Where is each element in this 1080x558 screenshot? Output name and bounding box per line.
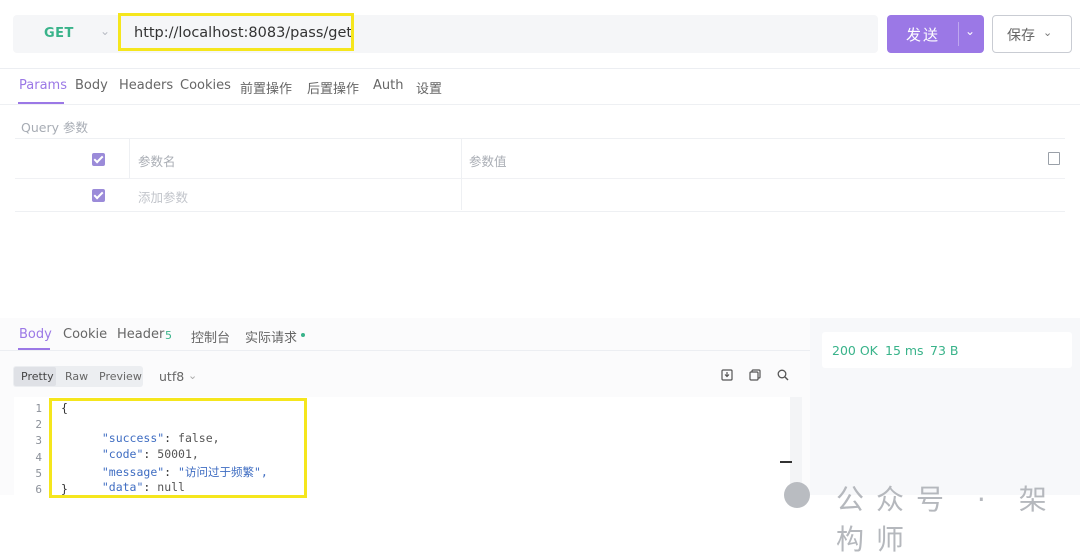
watermark-text: 公众号 · 架构师 — [836, 483, 1059, 556]
tab-params[interactable]: Params — [19, 78, 67, 93]
watermark-logo — [784, 482, 810, 508]
tab-settings[interactable]: 设置 — [416, 78, 442, 97]
format-preview-button[interactable]: Preview — [99, 370, 142, 383]
tab-post-operations[interactable]: 后置操作 — [307, 78, 359, 97]
bulk-edit-icon[interactable] — [1048, 152, 1060, 165]
column-divider — [461, 139, 462, 210]
response-tabs-divider — [0, 350, 810, 351]
line-number: 2 — [35, 418, 42, 431]
format-pretty-button[interactable]: Pretty — [21, 370, 54, 383]
tabs-divider — [0, 104, 1080, 105]
param-value-header: 参数值 — [469, 154, 507, 169]
response-tab-header[interactable]: Header — [117, 327, 164, 342]
url-highlight-box — [118, 13, 354, 51]
method-select[interactable]: GET — [44, 26, 74, 41]
line-number: 3 — [35, 434, 42, 447]
response-tab-console[interactable]: 控制台 — [191, 327, 230, 346]
tab-cookies[interactable]: Cookies — [180, 78, 231, 93]
tab-pre-operations[interactable]: 前置操作 — [240, 78, 292, 97]
tab-auth[interactable]: Auth — [373, 78, 403, 93]
format-raw-button[interactable]: Raw — [65, 370, 88, 383]
save-button-label[interactable]: 保存 — [1007, 25, 1035, 45]
response-tab-actual-request[interactable]: 实际请求 — [245, 327, 297, 346]
chevron-down-icon[interactable]: ⌄ — [188, 369, 197, 382]
line-number: 5 — [35, 467, 42, 480]
table-row-divider — [15, 178, 1065, 179]
response-tab-cookie[interactable]: Cookie — [63, 327, 107, 342]
column-divider — [129, 139, 130, 178]
tab-body[interactable]: Body — [75, 78, 108, 93]
save-dropdown-chevron-icon[interactable]: ⌄ — [1043, 26, 1052, 39]
encoding-select[interactable]: utf8 — [159, 369, 184, 384]
active-tab-indicator — [18, 102, 64, 104]
search-icon[interactable] — [777, 369, 789, 381]
active-response-tab-indicator — [18, 348, 50, 350]
tab-headers[interactable]: Headers — [119, 78, 173, 93]
line-number: 6 — [35, 483, 42, 496]
add-param-input[interactable]: 添加参数 — [138, 187, 188, 206]
response-time: 15 ms — [885, 343, 924, 358]
status-dot-icon — [301, 333, 305, 337]
send-dropdown-chevron-icon[interactable]: ⌄ — [965, 24, 975, 38]
status-code: 200 OK — [832, 343, 878, 358]
query-params-label: Query 参数 — [21, 120, 88, 135]
param-name-header: 参数名 — [138, 154, 176, 169]
send-button-label[interactable]: 发送 — [906, 24, 940, 45]
line-number: 1 — [35, 402, 42, 415]
chevron-down-icon[interactable]: ⌄ — [100, 24, 110, 38]
response-tab-body[interactable]: Body — [19, 327, 52, 342]
select-all-checkbox[interactable] — [92, 153, 105, 166]
header-count-badge: 5 — [165, 329, 172, 342]
response-size: 73 B — [930, 343, 959, 358]
scroll-position-marker — [780, 461, 792, 463]
editor-scrollbar[interactable] — [790, 397, 802, 495]
line-number: 4 — [35, 451, 42, 464]
download-icon[interactable] — [721, 369, 733, 381]
copy-icon[interactable] — [749, 369, 761, 381]
send-divider — [958, 22, 959, 46]
response-highlight-box — [49, 398, 307, 498]
row-checkbox[interactable] — [92, 189, 105, 202]
